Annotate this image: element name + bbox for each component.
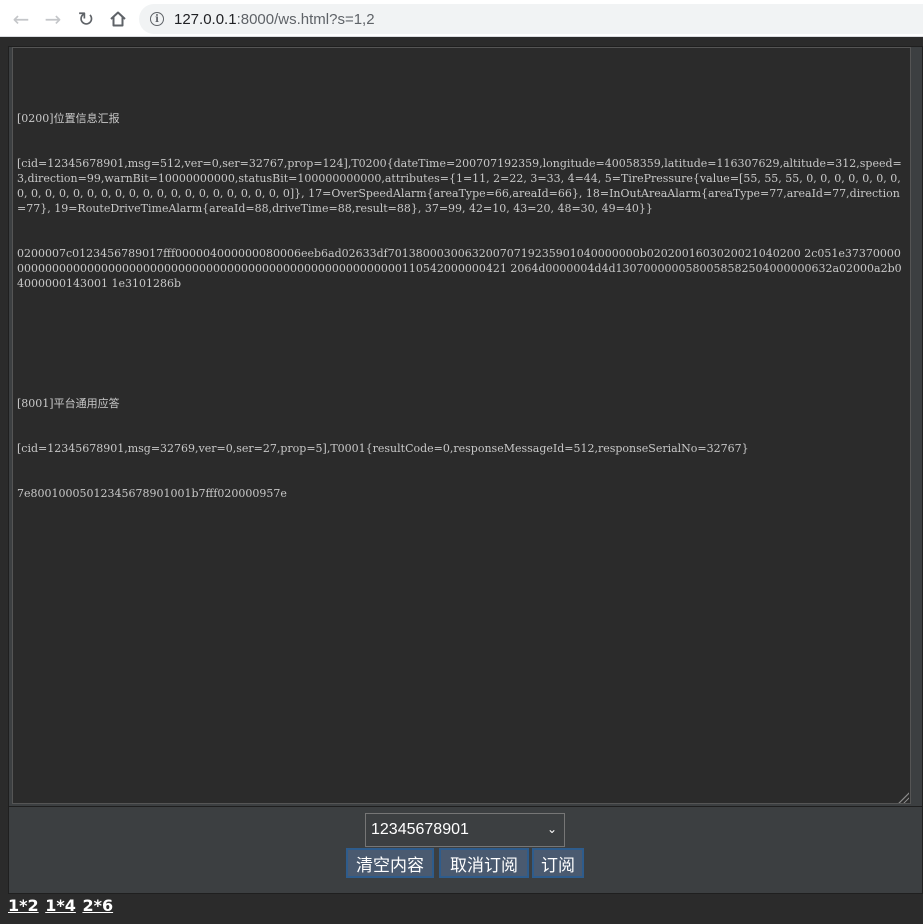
log-entry: [8001]平台通用应答 [cid=12345678901,msg=32769,…: [17, 366, 906, 531]
clear-content-button[interactable]: 清空内容: [346, 848, 434, 878]
log-entry-body: [cid=12345678901,msg=32769,ver=0,ser=27,…: [17, 442, 749, 455]
client-id-select[interactable]: 12345678901 ⌄: [365, 813, 565, 847]
unsubscribe-button[interactable]: 取消订阅: [439, 848, 529, 878]
log-entry-title: [8001]平台通用应答: [17, 397, 120, 410]
reload-icon[interactable]: ↻: [74, 7, 98, 31]
bottom-links: 1*2 1*4 2*6: [8, 896, 114, 916]
link-1x2[interactable]: 1*2: [8, 896, 39, 915]
log-entry-body: [cid=12345678901,msg=512,ver=0,ser=32767…: [17, 157, 905, 215]
log-entry: [0200]位置信息汇报 [cid=12345678901,msg=512,ve…: [17, 81, 906, 321]
client-id-select-value: 12345678901: [371, 821, 469, 838]
url-text[interactable]: 127.0.0.1:8000/ws.html?s=1,2: [174, 11, 375, 28]
home-glyph: [110, 11, 126, 27]
log-entry-hex: 0200007c0123456789017fff0000040000000800…: [17, 247, 902, 290]
link-1x4[interactable]: 1*4: [45, 896, 76, 915]
url-path: :8000/ws.html?s=1,2: [236, 10, 375, 28]
panel-divider: [9, 806, 922, 807]
log-entry-title: [0200]位置信息汇报: [17, 112, 120, 125]
browser-toolbar: ← → ↻ i 127.0.0.1:8000/ws.html?s=1,2: [0, 0, 923, 37]
link-2x6[interactable]: 2*6: [82, 896, 113, 915]
chevron-down-icon: ⌄: [546, 822, 557, 836]
address-bar[interactable]: i 127.0.0.1:8000/ws.html?s=1,2: [139, 4, 923, 34]
forward-arrow-icon[interactable]: →: [41, 7, 65, 31]
site-info-icon[interactable]: i: [150, 12, 164, 26]
url-host: 127.0.0.1: [174, 10, 237, 28]
textarea-resize-handle[interactable]: [897, 791, 909, 803]
home-icon[interactable]: [106, 7, 130, 31]
message-log-textarea[interactable]: [0200]位置信息汇报 [cid=12345678901,msg=512,ve…: [12, 47, 911, 804]
back-arrow-icon[interactable]: ←: [9, 7, 33, 31]
subscribe-button[interactable]: 订阅: [532, 848, 584, 878]
log-entry-hex: 7e80010005012345678901001b7fff020000957e: [17, 487, 287, 500]
